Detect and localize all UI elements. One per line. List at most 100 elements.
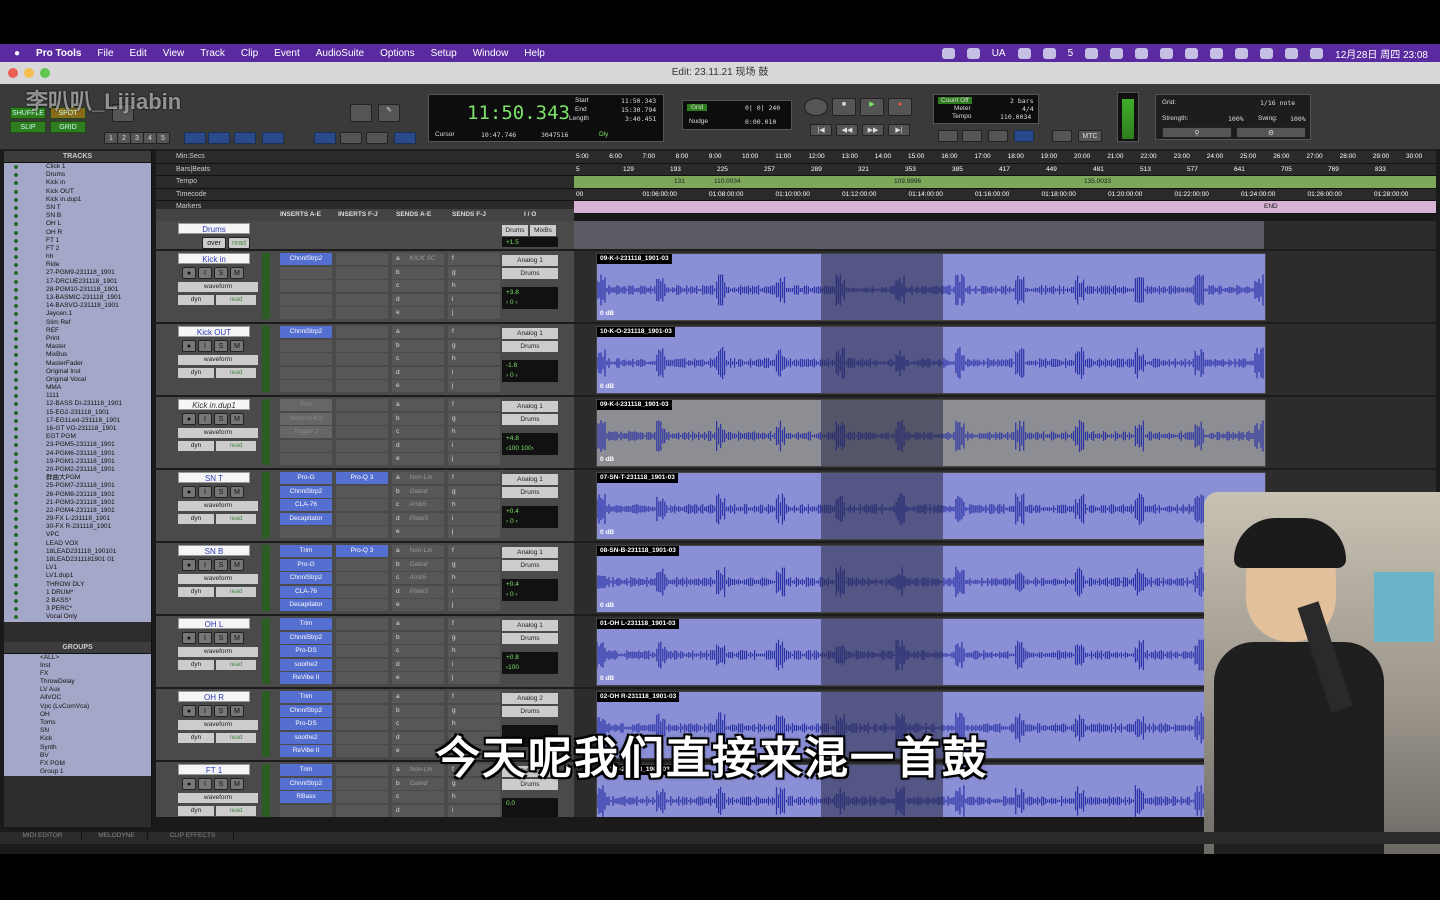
send-slot[interactable]: b	[392, 704, 444, 717]
prepare-icon[interactable]	[988, 130, 1008, 142]
io-output-selector[interactable]: Drums	[502, 414, 558, 425]
send-slot-fj[interactable]: i	[448, 658, 500, 671]
groups-list-item[interactable]: <ALL>	[4, 653, 151, 662]
zoom-out-button[interactable]	[208, 132, 230, 144]
insert-slot-fj[interactable]	[336, 572, 388, 584]
track-show-icon[interactable]	[14, 451, 18, 456]
tracks-panel-header[interactable]: TRACKS	[4, 151, 151, 163]
volume-value[interactable]: +4.8	[506, 434, 554, 444]
tempo-event[interactable]: 109.9996	[894, 176, 921, 189]
clip-gain[interactable]: 0 dB	[600, 310, 614, 317]
volume-value[interactable]: +0.8	[506, 653, 554, 663]
insert-slot[interactable]: ChnnlStrp2	[280, 631, 332, 644]
groups-list-item[interactable]: Group 1	[4, 768, 151, 777]
track-show-icon[interactable]	[14, 443, 18, 448]
track-show-icon[interactable]	[14, 263, 18, 268]
mute-button[interactable]: M	[230, 340, 244, 352]
tracks-list-item[interactable]: Original Inst	[4, 367, 151, 376]
tracks-list-item[interactable]: Jaycen.1	[4, 310, 151, 319]
send-slot[interactable]: a	[392, 618, 444, 630]
track-show-icon[interactable]	[14, 598, 18, 603]
zoom-window-button[interactable]	[40, 68, 50, 78]
groups-list-item[interactable]: BV	[4, 751, 151, 760]
io-output[interactable]: Drums	[502, 225, 528, 236]
tasks-count[interactable]: 5	[1068, 48, 1074, 59]
send-slot-fj[interactable]: g	[448, 631, 500, 644]
volume-pan-display[interactable]: +0.8 ‹100	[502, 652, 558, 674]
track-show-icon[interactable]	[14, 541, 18, 546]
insert-slot[interactable]	[280, 353, 332, 365]
audio-clip[interactable]: 09-K-I-231118_1901-03 0 dB	[596, 253, 1266, 321]
mute-button[interactable]: M	[230, 705, 244, 717]
insert-slot-fj[interactable]	[336, 672, 388, 684]
insert-slot[interactable]: Trim	[280, 764, 332, 776]
send-slot[interactable]: c	[392, 645, 444, 657]
solo-button[interactable]: S	[214, 267, 228, 279]
groups-list-item[interactable]: Inst	[4, 661, 151, 670]
insert-slot[interactable]: CLA-76	[280, 499, 332, 511]
insert-slot[interactable]	[280, 280, 332, 292]
tracks-list-item[interactable]: Kick OUT	[4, 187, 151, 196]
io-output-selector[interactable]: Drums	[502, 341, 558, 352]
io-mixbus[interactable]: MixBs	[530, 225, 556, 236]
insert-slot-fj[interactable]	[336, 631, 388, 644]
insert-slot[interactable]: Trim	[280, 618, 332, 630]
col-io[interactable]: I / O	[524, 211, 536, 218]
send-slot-fj[interactable]: h	[448, 280, 500, 292]
clip-gain[interactable]: 0 dB	[600, 383, 614, 390]
send-slot-fj[interactable]: i	[448, 366, 500, 379]
track-show-icon[interactable]	[14, 361, 18, 366]
track-name[interactable]: OH R	[178, 691, 250, 702]
mute-button[interactable]: M	[230, 413, 244, 425]
track-show-icon[interactable]	[14, 549, 18, 554]
io-output-selector[interactable]: Drums	[502, 268, 558, 279]
send-slot[interactable]: b	[392, 339, 444, 352]
send-slot[interactable]: c	[392, 426, 444, 438]
insert-slot-fj[interactable]	[336, 439, 388, 452]
automation-mode-selector[interactable]: read	[216, 441, 256, 451]
insert-slot[interactable]: Trim	[280, 691, 332, 703]
send-slot-fj[interactable]: f	[448, 399, 500, 411]
audio-clip[interactable]: 07-SN-T-231118_1901-03 0 dB	[596, 472, 1266, 540]
insert-slot[interactable]	[280, 293, 332, 306]
send-slot-fj[interactable]: j	[448, 453, 500, 465]
track-show-icon[interactable]	[14, 582, 18, 587]
send-slot-fj[interactable]: h	[448, 499, 500, 511]
insert-slot-fj[interactable]	[336, 791, 388, 803]
tracks-list-item[interactable]: 25-PGM7-231118_1901	[4, 482, 151, 491]
tracks-list-item[interactable]: 12-BASS DI-231118_1901	[4, 400, 151, 409]
folder-playlist-area[interactable]	[574, 221, 1264, 249]
insert-slot-fj[interactable]	[336, 266, 388, 279]
circle-icon[interactable]	[966, 47, 980, 59]
rewind-button[interactable]: ◀◀	[836, 124, 858, 136]
pan-value[interactable]: › 0 ‹	[506, 371, 554, 381]
zoom-vertical-button[interactable]	[262, 132, 284, 144]
send-slot-fj[interactable]: i	[448, 439, 500, 452]
send-slot-fj[interactable]: f	[448, 326, 500, 338]
menu-track[interactable]: Track	[192, 48, 233, 59]
groups-list-item[interactable]: LV Aux	[4, 686, 151, 695]
track-show-icon[interactable]	[14, 508, 18, 513]
tracks-list-item[interactable]: 26-PGM8-231118_1901	[4, 490, 151, 499]
markers-band[interactable]	[574, 201, 1436, 214]
menu-clip[interactable]: Clip	[233, 48, 266, 59]
close-window-button[interactable]	[8, 68, 18, 78]
automation-mode[interactable]: over	[202, 237, 226, 249]
send-slot[interactable]: e	[392, 672, 444, 684]
tracks-list-item[interactable]: 29-FX L-231118_1901	[4, 515, 151, 524]
insert-slot-fj[interactable]	[336, 526, 388, 538]
insert-slot[interactable]	[280, 526, 332, 538]
tracks-list-item[interactable]: 13-BASMIC-231118_1901	[4, 294, 151, 303]
bars-ruler[interactable]: Bars|Beats 5 129 193 225 257 289 321 353 385 417 44…	[156, 164, 1436, 177]
track-show-icon[interactable]	[14, 402, 18, 407]
app-status-icon[interactable]	[1017, 47, 1031, 59]
volume-value[interactable]: +0.4	[506, 507, 554, 517]
tracks-list-item[interactable]: hh	[4, 253, 151, 262]
track-show-icon[interactable]	[14, 222, 18, 227]
midi-grid-value[interactable]: 1/16 note	[1260, 99, 1295, 107]
start-value[interactable]: 11:50.343	[621, 97, 656, 105]
menu-event[interactable]: Event	[266, 48, 308, 59]
end-value[interactable]: 15:30.794	[621, 106, 656, 114]
tracks-list-item[interactable]: 14-BASVO-231118_1901	[4, 302, 151, 311]
track-dyn-button[interactable]: dyn	[178, 733, 214, 743]
